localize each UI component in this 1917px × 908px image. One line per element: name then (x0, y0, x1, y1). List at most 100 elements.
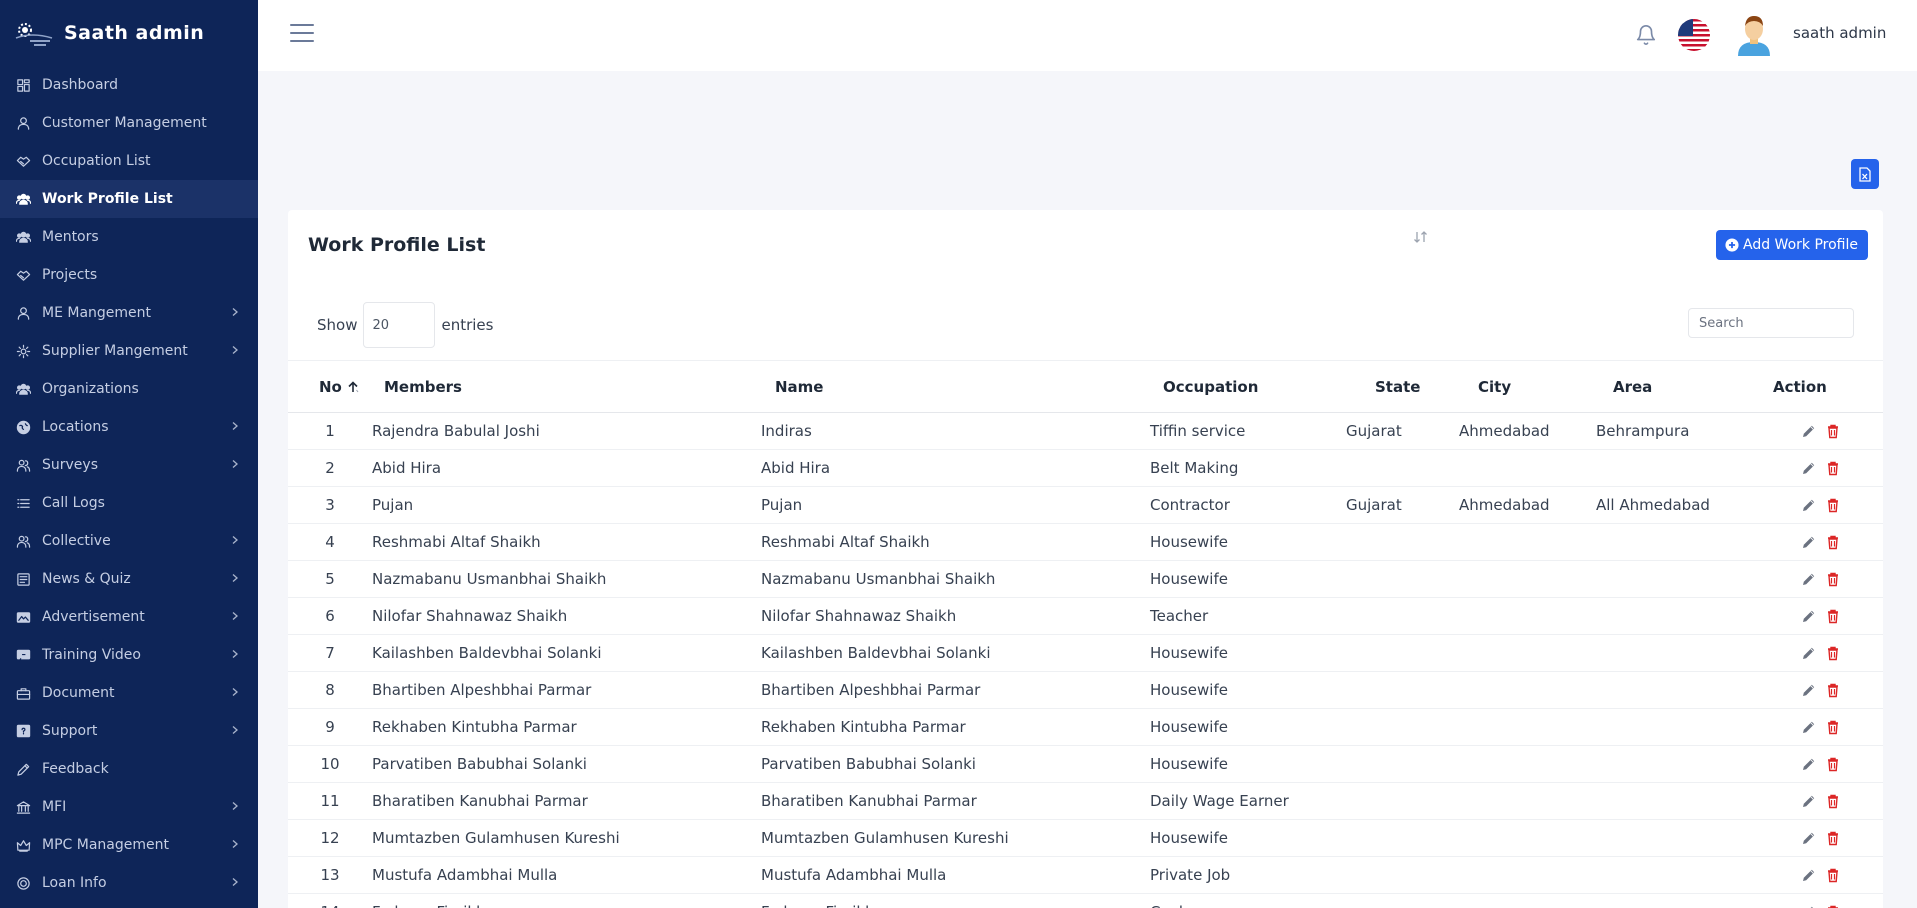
sidebar-nav: Dashboard Customer Management Occupation L… (0, 66, 258, 902)
sidebar-item-projects[interactable]: Projects (0, 256, 258, 294)
cell-state (1346, 708, 1459, 746)
cell-name: Pujan (761, 486, 1150, 524)
delete-trash-icon[interactable] (1825, 682, 1841, 698)
cell-occupation: Teacher (1150, 597, 1346, 635)
cell-no: 11 (288, 782, 372, 820)
edit-pencil-icon[interactable] (1801, 756, 1817, 772)
sidebar-item-me-mangement[interactable]: ME Mangement (0, 294, 258, 332)
edit-pencil-icon[interactable] (1801, 867, 1817, 883)
cell-occupation: Cook (1150, 893, 1346, 908)
cell-occupation: Belt Making (1150, 449, 1346, 487)
sidebar-item-mfi[interactable]: MFI (0, 788, 258, 826)
sidebar-item-mentors[interactable]: Mentors (0, 218, 258, 256)
sidebar-item-feedback[interactable]: Feedback (0, 750, 258, 788)
delete-trash-icon[interactable] (1825, 497, 1841, 513)
sidebar-item-loan-info[interactable]: Loan Info (0, 864, 258, 902)
table-row: 6 Nilofar Shahnawaz Shaikh Nilofar Shahnaw… (288, 597, 1883, 635)
bank-icon (14, 798, 32, 816)
sidebar-item-advertisement[interactable]: Advertisement (0, 598, 258, 636)
cell-no: 12 (288, 819, 372, 857)
cell-no: 1 (288, 412, 372, 450)
edit-pencil-icon[interactable] (1801, 830, 1817, 846)
sort-both-icon[interactable] (1413, 230, 1429, 244)
edit-pencil-icon[interactable] (1801, 793, 1817, 809)
edit-pencil-icon[interactable] (1801, 608, 1817, 624)
delete-trash-icon[interactable] (1825, 534, 1841, 550)
export-excel-button[interactable] (1851, 159, 1879, 189)
brand[interactable]: Saath admin (0, 0, 258, 66)
sidebar-item-label: Surveys (42, 457, 98, 473)
menu-toggle-icon[interactable] (290, 24, 314, 44)
cell-occupation: Housewife (1150, 560, 1346, 598)
sidebar-item-document[interactable]: Document (0, 674, 258, 712)
cell-area (1596, 856, 1773, 894)
list-icon (14, 494, 32, 512)
sidebar-item-locations[interactable]: Locations (0, 408, 258, 446)
sidebar-item-mpc-management[interactable]: MPC Management (0, 826, 258, 864)
cell-action (1773, 634, 1883, 672)
edit-pencil-icon[interactable] (1801, 497, 1817, 513)
delete-trash-icon[interactable] (1825, 793, 1841, 809)
sidebar-item-label: Training Video (42, 647, 141, 663)
delete-trash-icon[interactable] (1825, 423, 1841, 439)
cell-no: 6 (288, 597, 372, 635)
edit-pencil-icon[interactable] (1801, 682, 1817, 698)
delete-trash-icon[interactable] (1825, 571, 1841, 587)
sidebar-item-dashboard[interactable]: Dashboard (0, 66, 258, 104)
edit-pencil-icon[interactable] (1801, 423, 1817, 439)
chevron-right-icon (230, 419, 240, 435)
delete-trash-icon[interactable] (1825, 904, 1841, 908)
sidebar-item-supplier-mangement[interactable]: Supplier Mangement (0, 332, 258, 370)
sidebar-item-label: Feedback (42, 761, 109, 777)
delete-trash-icon[interactable] (1825, 608, 1841, 624)
dashboard-icon (14, 76, 32, 94)
column-header-no[interactable]: No (288, 360, 372, 413)
sidebar-item-work-profile-list[interactable]: Work Profile List (0, 180, 258, 218)
cell-no: 8 (288, 671, 372, 709)
sidebar-item-training-video[interactable]: Training Video (0, 636, 258, 674)
column-header-members[interactable]: Members (372, 360, 761, 413)
delete-trash-icon[interactable] (1825, 719, 1841, 735)
sidebar-item-organizations[interactable]: Organizations (0, 370, 258, 408)
column-header-city[interactable]: City (1459, 360, 1596, 413)
delete-trash-icon[interactable] (1825, 645, 1841, 661)
delete-trash-icon[interactable] (1825, 867, 1841, 883)
delete-trash-icon[interactable] (1825, 756, 1841, 772)
cell-members: Bhartiben Alpeshbhai Parmar (372, 671, 761, 709)
cell-action (1773, 708, 1883, 746)
delete-trash-icon[interactable] (1825, 830, 1841, 846)
handshake-icon (14, 152, 32, 170)
cell-occupation: Housewife (1150, 634, 1346, 672)
cell-action (1773, 782, 1883, 820)
entries-per-page-input[interactable] (363, 302, 436, 348)
column-header-state[interactable]: State (1346, 360, 1459, 413)
column-header-occupation[interactable]: Occupation (1150, 360, 1346, 413)
language-flag-icon[interactable] (1678, 19, 1710, 51)
sidebar-item-support[interactable]: Support (0, 712, 258, 750)
user-avatar[interactable] (1734, 14, 1774, 56)
delete-trash-icon[interactable] (1825, 460, 1841, 476)
edit-pencil-icon[interactable] (1801, 719, 1817, 735)
column-header-name[interactable]: Name (761, 360, 1150, 413)
sidebar-item-collective[interactable]: Collective (0, 522, 258, 560)
cell-city: Ahmedabad (1459, 412, 1596, 450)
edit-pencil-icon[interactable] (1801, 645, 1817, 661)
sidebar-item-call-logs[interactable]: Call Logs (0, 484, 258, 522)
sidebar-item-surveys[interactable]: Surveys (0, 446, 258, 484)
edit-pencil-icon[interactable] (1801, 460, 1817, 476)
sidebar-item-label: Work Profile List (42, 191, 173, 207)
cell-name: Nilofar Shahnawaz Shaikh (761, 597, 1150, 635)
cell-members: Nilofar Shahnawaz Shaikh (372, 597, 761, 635)
column-header-area[interactable]: Area (1596, 360, 1773, 413)
table-row: 10 Parvatiben Babubhai Solanki Parvatiben … (288, 745, 1883, 783)
notification-bell-icon[interactable] (1635, 24, 1657, 46)
user-name[interactable]: saath admin (1793, 24, 1886, 42)
sidebar-item-occupation-list[interactable]: Occupation List (0, 142, 258, 180)
edit-pencil-icon[interactable] (1801, 904, 1817, 908)
sidebar-item-news-quiz[interactable]: News & Quiz (0, 560, 258, 598)
sidebar-item-customer-management[interactable]: Customer Management (0, 104, 258, 142)
add-work-profile-button[interactable]: Add Work Profile (1716, 230, 1868, 260)
edit-pencil-icon[interactable] (1801, 571, 1817, 587)
search-input[interactable] (1688, 308, 1854, 338)
edit-pencil-icon[interactable] (1801, 534, 1817, 550)
